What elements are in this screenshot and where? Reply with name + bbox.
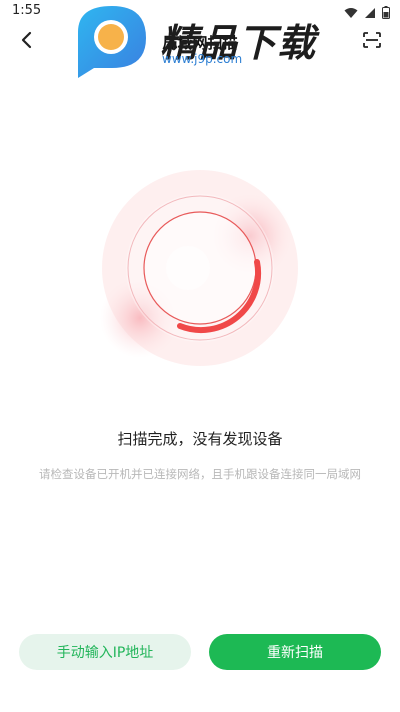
signal-icon	[364, 4, 376, 23]
radar-illustration	[100, 168, 300, 368]
p-logo-icon	[74, 2, 154, 82]
status-time: 1:55	[12, 3, 42, 18]
rescan-button[interactable]: 重新扫描	[209, 634, 381, 670]
battery-icon	[382, 4, 390, 23]
result-title: 扫描完成，没有发现设备	[117, 430, 283, 448]
scan-frame-icon	[363, 32, 381, 52]
watermark-logo: 精品下载 www.j9p.com	[74, 2, 326, 86]
wifi-icon	[344, 4, 358, 23]
scan-button[interactable]	[360, 30, 384, 54]
result-hint: 请检查设备已开机并已连接网络，且手机跟设备连接同一局域网	[39, 467, 361, 481]
manual-ip-button[interactable]: 手动输入IP地址	[19, 634, 191, 670]
watermark-url: www.j9p.com	[162, 52, 243, 66]
status-icons	[344, 4, 390, 23]
